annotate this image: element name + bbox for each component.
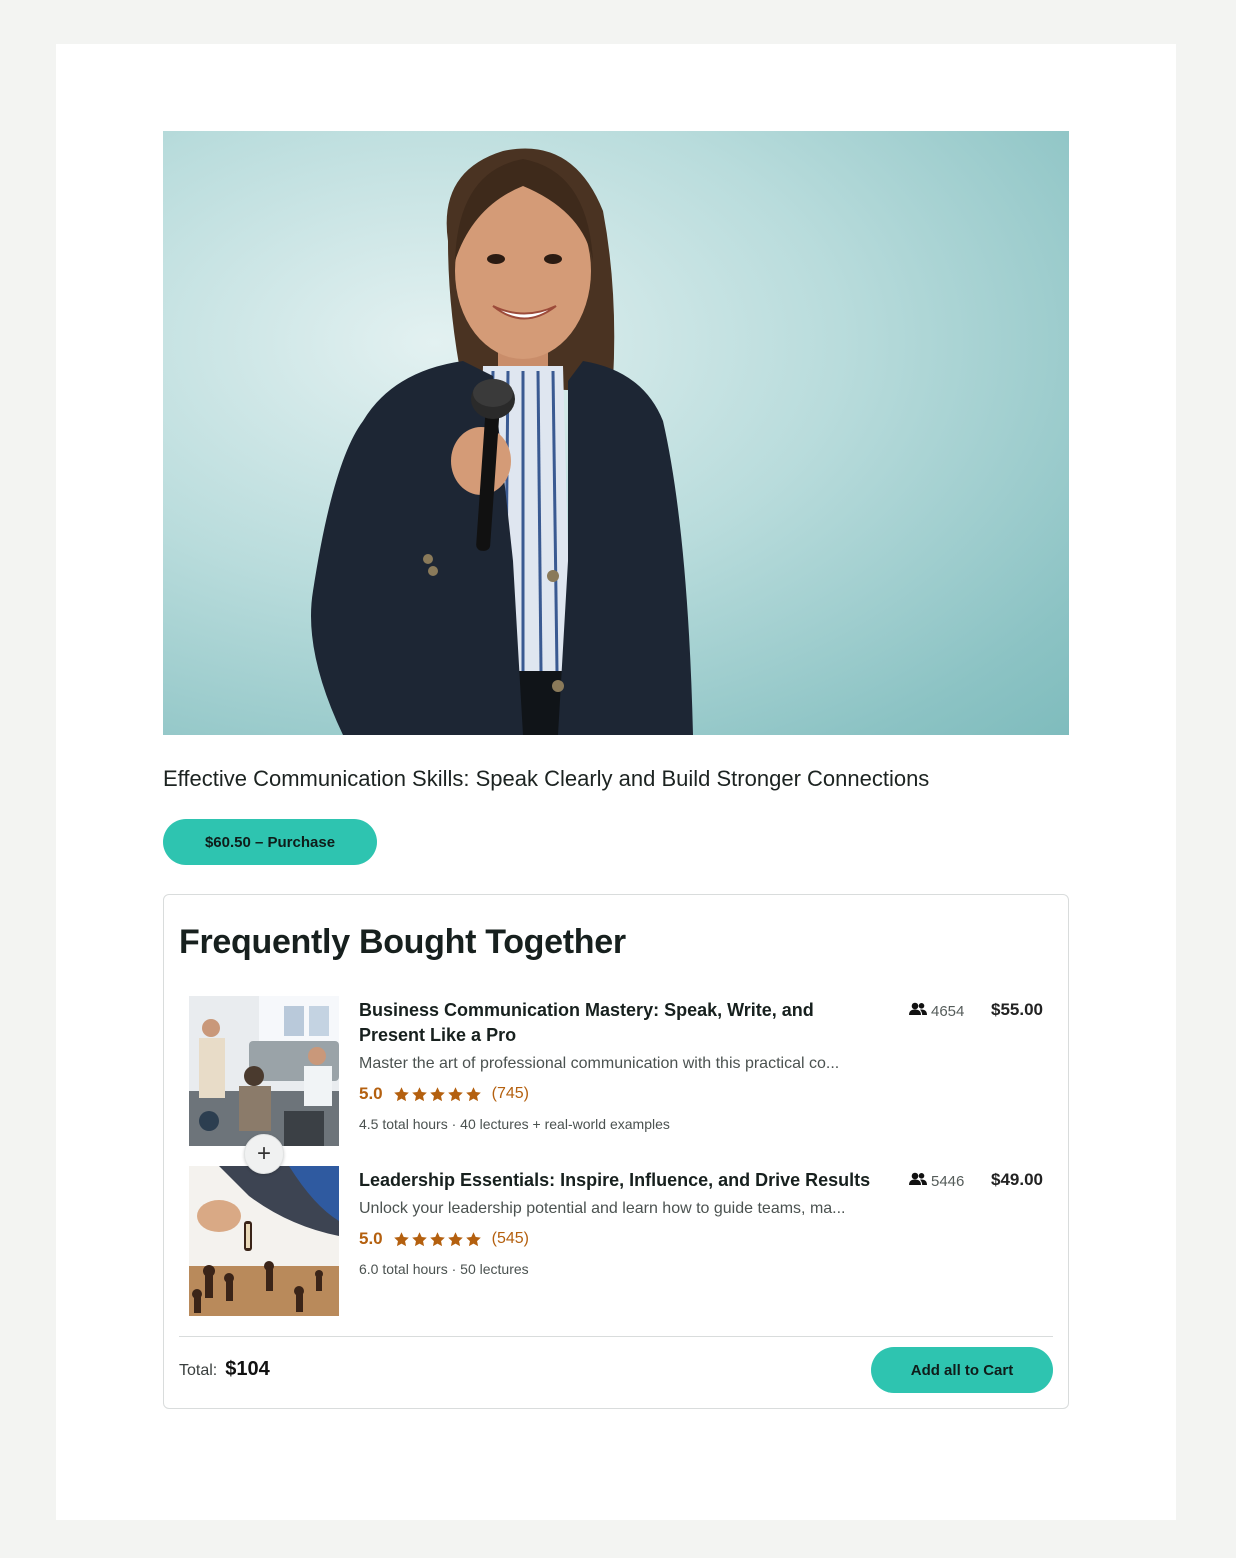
star-icon: [411, 1086, 427, 1101]
star-icon: [429, 1086, 445, 1101]
page-container: Effective Communication Skills: Speak Cl…: [56, 44, 1176, 1520]
star-icon: [447, 1086, 463, 1101]
rating-row: 5.0 (745): [359, 1083, 529, 1105]
star-rating: [393, 1231, 482, 1248]
star-rating: [393, 1086, 482, 1103]
star-icon: [411, 1231, 427, 1246]
course-title: Effective Communication Skills: Speak Cl…: [163, 766, 930, 791]
office-meeting-thumbnail: [189, 996, 339, 1146]
plus-icon: +: [244, 1134, 284, 1174]
star-icon: [429, 1231, 445, 1246]
users-icon: [909, 1002, 927, 1020]
total-value: $104: [225, 1358, 270, 1380]
star-icon: [393, 1086, 409, 1101]
star-icon: [465, 1086, 481, 1101]
course-price: $49.00: [991, 1170, 1043, 1189]
users-icon: [909, 1172, 927, 1190]
purchase-button[interactable]: $60.50 – Purchase: [163, 819, 377, 865]
speaker-illustration: [311, 148, 693, 735]
fbt-item-description: Unlock your leadership potential and lea…: [359, 1200, 846, 1217]
fbt-heading: Frequently Bought Together: [179, 923, 626, 961]
add-all-to-cart-button[interactable]: Add all to Cart: [871, 1347, 1053, 1393]
fbt-item[interactable]: Leadership Essentials: Inspire, Influenc…: [189, 1166, 1059, 1316]
fbt-item-title[interactable]: Leadership Essentials: Inspire, Influenc…: [359, 1168, 899, 1193]
rating-row: 5.0 (545): [359, 1228, 529, 1250]
divider: [179, 1336, 1053, 1337]
rating-count: (745): [491, 1085, 529, 1102]
student-count-value: 4654: [931, 1002, 965, 1020]
rating-value: 5.0: [359, 1229, 383, 1248]
chess-thumbnail: [189, 1166, 339, 1316]
fbt-item-title[interactable]: Business Communication Mastery: Speak, W…: [359, 998, 879, 1048]
star-icon: [447, 1231, 463, 1246]
course-thumbnail[interactable]: [189, 1166, 339, 1316]
course-meta: 6.0 total hours · 50 lectures: [359, 1261, 529, 1277]
star-icon: [465, 1231, 481, 1246]
rating-count: (545): [491, 1230, 529, 1247]
course-meta: 4.5 total hours · 40 lectures + real-wor…: [359, 1116, 670, 1132]
student-count: 5446: [909, 1172, 964, 1190]
course-thumbnail[interactable]: [189, 996, 339, 1146]
fbt-item-description: Master the art of professional communica…: [359, 1055, 840, 1072]
rating-value: 5.0: [359, 1084, 383, 1103]
total-label: Total:: [179, 1362, 218, 1379]
fbt-item[interactable]: Business Communication Mastery: Speak, W…: [189, 996, 1059, 1146]
total-row: Total: $104: [179, 1358, 270, 1381]
star-icon: [393, 1231, 409, 1246]
course-hero-image: [163, 131, 1069, 735]
frequently-bought-together-panel: Frequently Bought Together Business Comm…: [163, 894, 1069, 1409]
student-count-value: 5446: [931, 1172, 965, 1190]
student-count: 4654: [909, 1002, 964, 1020]
course-price: $55.00: [991, 1000, 1043, 1019]
